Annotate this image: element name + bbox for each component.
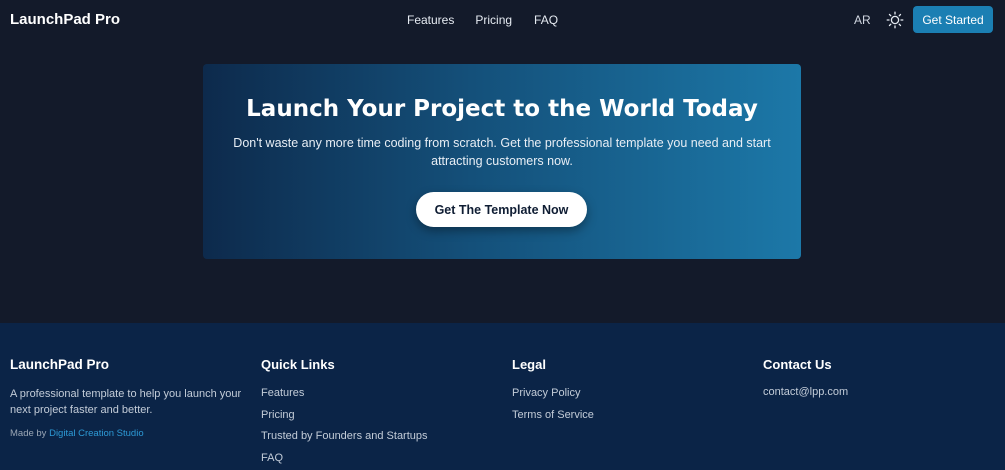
hero-subtitle: Don't waste any more time coding from sc… [233,136,771,168]
footer-link-terms[interactable]: Terms of Service [512,408,594,422]
brand-logo[interactable]: LaunchPad Pro [10,11,120,28]
get-template-button[interactable]: Get The Template Now [416,192,587,227]
get-started-button[interactable]: Get Started [913,6,993,33]
legal-links-list: Privacy Policy Terms of Service [512,386,594,422]
footer-description: A professional template to help you laun… [10,388,242,416]
legal-heading: Legal [512,357,546,372]
footer-link-features[interactable]: Features [261,386,428,400]
hero-title: Launch Your Project to the World Today [246,96,758,122]
contact-email-link[interactable]: contact@lpp.com [763,386,848,398]
nav-link-faq[interactable]: FAQ [534,13,558,27]
made-by-credit: Made by Digital Creation Studio [10,428,250,439]
site-header: LaunchPad Pro Features Pricing FAQ AR Ge… [0,0,1005,41]
footer-contact-column: Contact Us contact@lpp.com [763,357,848,398]
language-toggle[interactable]: AR [854,13,871,27]
footer-brand: LaunchPad Pro [10,357,110,372]
footer-link-privacy[interactable]: Privacy Policy [512,386,594,400]
nav-link-pricing[interactable]: Pricing [475,13,512,27]
made-by-prefix: Made by [10,428,47,439]
quick-links-list: Features Pricing Trusted by Founders and… [261,386,428,465]
contact-heading: Contact Us [763,357,832,372]
main-nav: Features Pricing FAQ [407,13,558,27]
sun-icon[interactable] [886,11,904,29]
nav-link-features[interactable]: Features [407,13,454,27]
footer-link-pricing[interactable]: Pricing [261,408,428,422]
site-footer: LaunchPad Pro A professional template to… [0,323,1005,470]
hero-banner: Launch Your Project to the World Today D… [203,64,801,259]
quick-links-heading: Quick Links [261,357,335,372]
footer-link-trusted[interactable]: Trusted by Founders and Startups [261,429,428,443]
footer-link-faq[interactable]: FAQ [261,451,428,465]
footer-brand-column: LaunchPad Pro A professional template to… [10,357,250,439]
footer-quick-links-column: Quick Links Features Pricing Trusted by … [261,357,428,470]
studio-link[interactable]: Digital Creation Studio [49,428,144,439]
footer-legal-column: Legal Privacy Policy Terms of Service [512,357,594,429]
